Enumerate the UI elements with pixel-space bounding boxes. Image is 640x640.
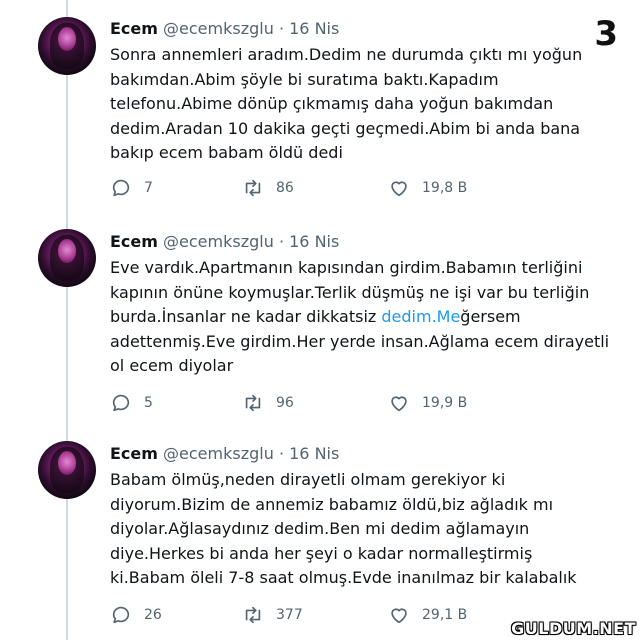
reply-icon [110, 392, 132, 414]
tweet[interactable]: Ecem @ecemkszglu · 16 Nis Sonra annemler… [0, 0, 640, 212]
retweet-icon [242, 604, 264, 626]
tweet-date[interactable]: 16 Nis [289, 232, 339, 251]
like-icon [388, 392, 410, 414]
tweet-header: Ecem @ecemkszglu · 16 Nis [110, 19, 339, 38]
retweet-count: 86 [276, 180, 294, 196]
separator: · [278, 19, 285, 38]
retweet-count: 377 [276, 607, 303, 623]
tweet[interactable]: Ecem @ecemkszglu · 16 Nis Eve vardık.Apa… [0, 212, 640, 424]
like-count: 19,9 B [422, 395, 468, 411]
tweet-actions: 7 86 19,8 B [110, 177, 530, 201]
tweet-actions: 26 377 29,1 B [110, 604, 530, 628]
like-count: 29,1 B [422, 607, 468, 623]
reply-count: 5 [144, 395, 153, 411]
like-icon [388, 604, 410, 626]
avatar[interactable] [38, 17, 96, 75]
like-button[interactable]: 19,9 B [388, 392, 467, 414]
like-count: 19,8 B [422, 180, 468, 196]
avatar[interactable] [38, 441, 96, 499]
reply-count: 26 [144, 607, 162, 623]
reply-button[interactable]: 26 [110, 604, 162, 626]
like-icon [388, 177, 410, 199]
user-handle[interactable]: @ecemkszglu [163, 232, 274, 251]
tweet-header: Ecem @ecemkszglu · 16 Nis [110, 444, 339, 463]
separator: · [278, 232, 285, 251]
display-name[interactable]: Ecem [110, 444, 158, 463]
retweet-button[interactable]: 86 [242, 177, 294, 199]
like-button[interactable]: 19,8 B [388, 177, 467, 199]
retweet-button[interactable]: 96 [242, 392, 294, 414]
inline-link[interactable]: dedim.Me [381, 307, 460, 326]
like-button[interactable]: 29,1 B [388, 604, 467, 626]
tweet-date[interactable]: 16 Nis [289, 19, 339, 38]
tweet-date[interactable]: 16 Nis [289, 444, 339, 463]
avatar[interactable] [38, 229, 96, 287]
user-handle[interactable]: @ecemkszglu [163, 444, 274, 463]
retweet-count: 96 [276, 395, 294, 411]
tweet-actions: 5 96 19,9 B [110, 392, 530, 416]
reply-button[interactable]: 7 [110, 177, 153, 199]
separator: · [278, 444, 285, 463]
display-name[interactable]: Ecem [110, 19, 158, 38]
site-watermark: GULDUM.NET [511, 619, 636, 638]
tweet-text: Babam ölmüş,neden dirayetli olmam gereki… [110, 470, 577, 587]
retweet-button[interactable]: 377 [242, 604, 303, 626]
retweet-icon [242, 392, 264, 414]
reply-button[interactable]: 5 [110, 392, 153, 414]
tweet-text: Eve vardık.Apartmanın kapısından girdim.… [110, 258, 610, 375]
reply-icon [110, 177, 132, 199]
tweet-header: Ecem @ecemkszglu · 16 Nis [110, 232, 339, 251]
display-name[interactable]: Ecem [110, 232, 158, 251]
user-handle[interactable]: @ecemkszglu [163, 19, 274, 38]
tweet-text: Sonra annemleri aradım.Dedim ne durumda … [110, 45, 583, 162]
tweet[interactable]: Ecem @ecemkszglu · 16 Nis Babam ölmüş,ne… [0, 424, 640, 636]
reply-icon [110, 604, 132, 626]
reply-count: 7 [144, 180, 153, 196]
retweet-icon [242, 177, 264, 199]
